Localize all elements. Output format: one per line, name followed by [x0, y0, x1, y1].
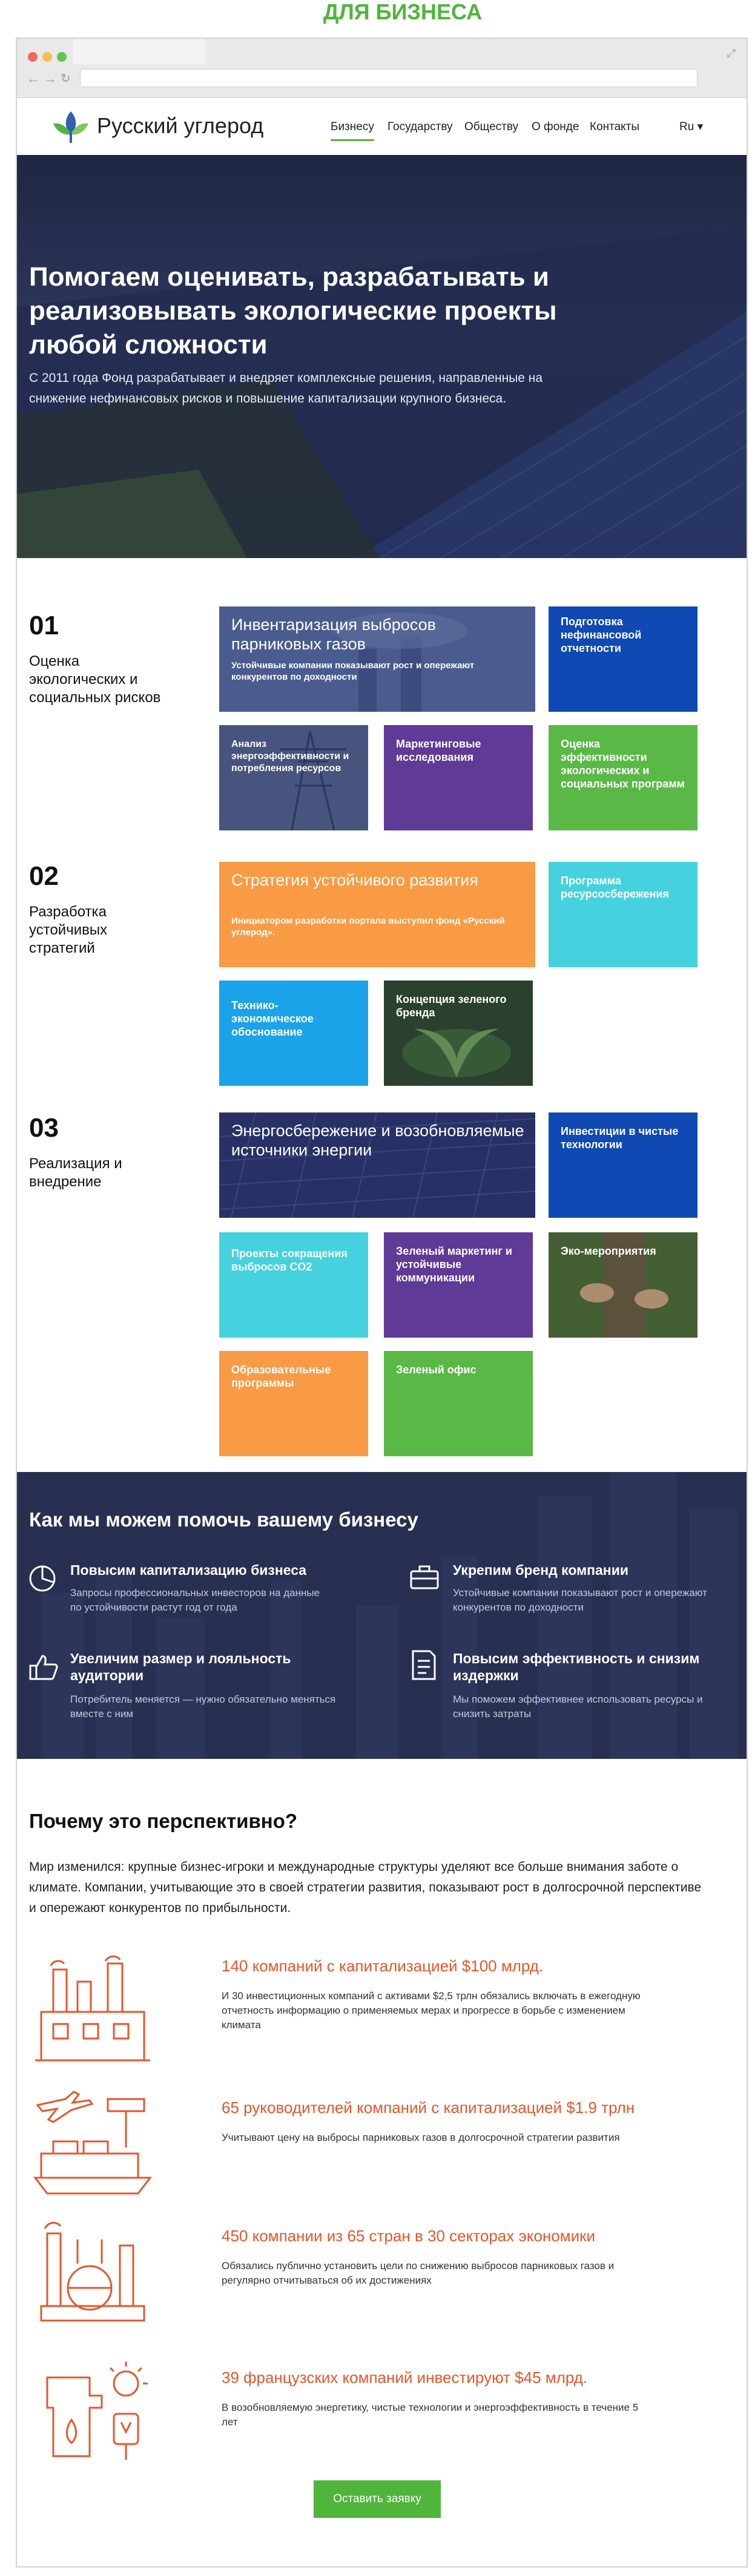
clean-energy-icon: [46, 2362, 148, 2460]
service-card[interactable]: Энергосбережение и возобновляемые источн…: [219, 1112, 535, 1218]
industry-icon: [40, 2222, 145, 2322]
card-title: Маркетинговые исследования: [396, 738, 481, 763]
logistics-icon: [33, 2091, 153, 2195]
help-item-text: Устойчивые компании показывают рост и оп…: [453, 1587, 707, 1613]
logo-leaf-icon[interactable]: [51, 110, 91, 144]
stat-title: 450 компании из 65 стран в 30 секторах э…: [222, 2227, 596, 2245]
card-title: Эко-мероприятия: [561, 1245, 656, 1257]
briefcase-icon: [410, 1565, 439, 1589]
browser-tab[interactable]: [73, 39, 206, 64]
help-section: Как мы можем помочь вашему бизнесу Повыс…: [17, 1472, 747, 1759]
maximize-window-icon[interactable]: [57, 52, 67, 62]
banner-label: ДЛЯ БИЗНЕСА: [323, 0, 483, 24]
card-title: Энергосбережение и возобновляемые источн…: [231, 1122, 524, 1159]
card-title: Технико-экономическое обоснование: [231, 999, 314, 1038]
stat-text: В возобновляемую энергетику, чистые техн…: [222, 2402, 639, 2428]
nav-government[interactable]: Государству: [388, 120, 453, 134]
help-item-text: Потребитель меняется — нужно обязательно…: [70, 1694, 336, 1720]
language-select[interactable]: Ru ▾: [679, 120, 703, 134]
service-card[interactable]: Зеленый маркетинг и устойчивые коммуника…: [384, 1232, 533, 1338]
step-number: 03: [29, 1113, 59, 1143]
service-card[interactable]: Маркетинговые исследования: [384, 725, 533, 830]
service-card[interactable]: Концепция зеленого бренда: [384, 981, 533, 1086]
nav-society[interactable]: Обществу: [464, 120, 518, 134]
service-card[interactable]: Программа ресурсосбережения: [549, 862, 698, 967]
browser-window: ⤢ ← → ↻ Русский углерод Бизнесу Государс…: [16, 38, 748, 2568]
card-title: Образовательные программы: [231, 1364, 331, 1389]
card-title: Проекты сокращения выбросов CO2: [231, 1247, 348, 1273]
help-item-title: Повысим эффективность и снизим издержки: [453, 1651, 700, 1683]
hero-text: С 2011 года Фонд разрабатывает и внедряе…: [29, 371, 543, 406]
close-window-icon[interactable]: [28, 52, 38, 62]
back-arrow-icon[interactable]: ←: [27, 71, 40, 86]
nav-about[interactable]: О фонде: [532, 120, 579, 134]
card-title: Концепция зеленого бренда: [396, 993, 507, 1019]
minimize-window-icon[interactable]: [42, 52, 52, 62]
stat-text: Обязались публично установить цели по сн…: [222, 2260, 615, 2286]
card-title: Стратегия устойчивого развития: [231, 871, 478, 889]
why-heading: Почему это перспективно?: [29, 1810, 298, 1832]
thumbs-up-icon: [29, 1655, 58, 1680]
service-card[interactable]: Инвентаризация выбросов парниковых газов…: [219, 606, 535, 712]
service-card[interactable]: Технико-экономическое обоснование: [219, 981, 368, 1086]
pie-chart-icon: [29, 1565, 56, 1592]
card-subtitle: Инициатором разработки портала выступил …: [231, 916, 505, 938]
service-card[interactable]: Оценка эффективности экологических и соц…: [549, 725, 698, 830]
service-card[interactable]: Подготовка нефинансовой отчетности: [549, 606, 698, 712]
submit-request-button[interactable]: Оставить заявку: [314, 2480, 441, 2518]
reload-icon[interactable]: ↻: [61, 71, 71, 86]
help-item-title: Повысим капитализацию бизнеса: [70, 1562, 307, 1578]
browser-chrome: ⤢ ← → ↻: [17, 39, 747, 98]
service-card[interactable]: Образовательные программы: [219, 1351, 368, 1456]
forward-arrow-icon[interactable]: →: [44, 71, 57, 86]
help-item-title: Увеличим размер и лояльность аудитории: [70, 1651, 291, 1683]
service-card[interactable]: Стратегия устойчивого развития Инициатор…: [219, 862, 535, 967]
stat-text: И 30 инвестиционных компаний с активами …: [222, 1990, 641, 2031]
help-item-text: Запросы профессиональных инвесторов на д…: [70, 1587, 320, 1613]
help-item-text: Мы поможем эффективнее использовать ресу…: [453, 1694, 703, 1720]
service-card[interactable]: Проекты сокращения выбросов CO2: [219, 1232, 368, 1338]
card-title: Зеленый маркетинг и устойчивые коммуника…: [396, 1245, 512, 1284]
card-title: Подготовка нефинансовой отчетности: [561, 616, 642, 654]
why-text: Мир изменился: крупные бизнес-игроки и м…: [29, 1860, 702, 1915]
nav-business[interactable]: Бизнесу: [331, 120, 374, 141]
card-title: Программа ресурсосбережения: [561, 875, 669, 900]
step-title: Разработка устойчивых стратегий: [29, 904, 108, 956]
service-card[interactable]: Анализ энергоэффективности и потребления…: [219, 725, 368, 830]
site-header: Русский углерод Бизнесу Государству Обще…: [17, 98, 747, 155]
card-title: Оценка эффективности экологических и соц…: [561, 738, 685, 790]
step-number: 01: [29, 611, 59, 640]
step-number: 02: [29, 861, 59, 891]
document-icon: [412, 1650, 436, 1680]
logo-text[interactable]: Русский углерод: [97, 113, 263, 139]
service-card[interactable]: Эко-мероприятия: [549, 1232, 698, 1338]
service-card[interactable]: Зеленый офис: [384, 1351, 533, 1456]
step-title: Оценка экологических и социальных рисков: [29, 653, 161, 706]
stat-title: 39 французских компаний инвестируют $45 …: [222, 2368, 588, 2387]
stat-title: 65 руководителей компаний с капитализаци…: [222, 2098, 635, 2117]
factory-icon: [35, 1955, 150, 2062]
card-subtitle: Устойчивые компании показывают рост и оп…: [231, 660, 475, 682]
service-card[interactable]: Инвестиции в чистые технологии: [549, 1112, 698, 1218]
fullscreen-icon[interactable]: ⤢: [727, 47, 736, 60]
hero-section: Помогаем оценивать, разрабатывать и реал…: [17, 155, 747, 558]
card-title: Инвентаризация выбросов парниковых газов: [231, 616, 436, 653]
card-title: Зеленый офис: [396, 1364, 477, 1376]
card-title: Анализ энергоэффективности и потребления…: [231, 739, 349, 774]
help-item-title: Укрепим бренд компании: [453, 1562, 628, 1578]
card-title: Инвестиции в чистые технологии: [561, 1125, 679, 1151]
hero-title: Помогаем оценивать, разрабатывать и реал…: [29, 262, 557, 360]
nav-contacts[interactable]: Контакты: [590, 120, 639, 134]
step-title: Реализация и внедрение: [29, 1155, 122, 1190]
stat-title: 140 компаний с капитализацией $100 млрд.: [222, 1957, 544, 1975]
help-heading: Как мы можем помочь вашему бизнесу: [29, 1508, 418, 1531]
address-bar[interactable]: [80, 69, 698, 87]
stat-text: Учитывают цену на выбросы парниковых газ…: [222, 2132, 620, 2143]
